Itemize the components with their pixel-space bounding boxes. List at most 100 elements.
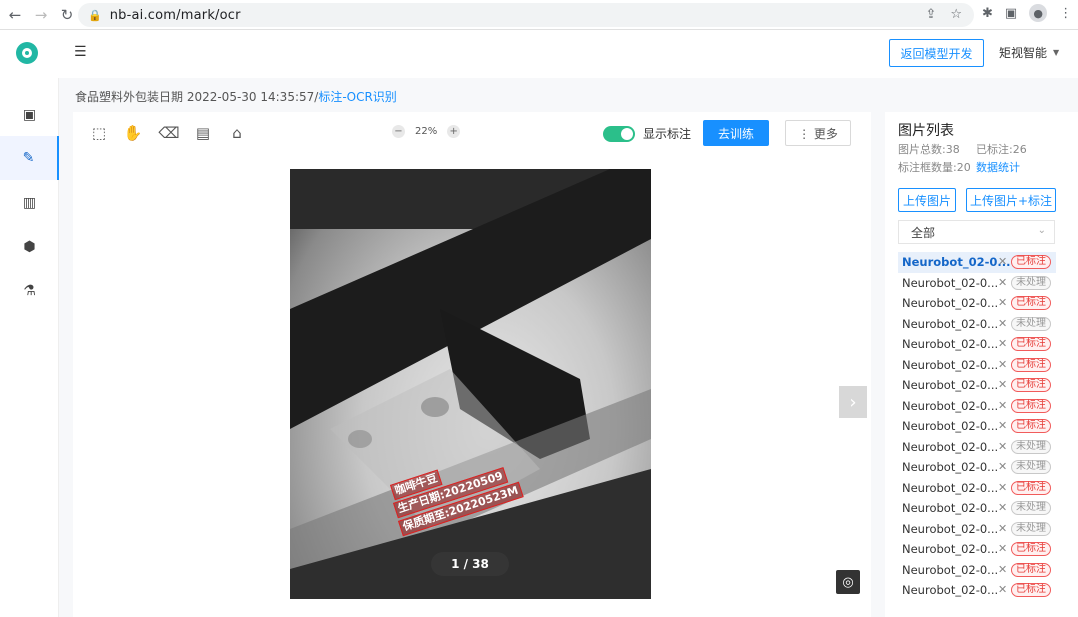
delete-label-icon[interactable]: ⌫ — [158, 123, 179, 143]
more-button[interactable]: ⋮ 更多 — [785, 120, 851, 146]
zoom-out-button[interactable]: − — [392, 125, 405, 138]
image-filename: Neurobot_02-0... — [902, 275, 999, 290]
image-list-item[interactable]: Neurobot_02-0... ✕ 未处理 — [898, 273, 1056, 294]
image-list-item[interactable]: Neurobot_02-0... ✕ 未处理 — [898, 314, 1056, 335]
remove-image-icon[interactable]: ✕ — [998, 440, 1007, 453]
data-statistics-link[interactable]: 数据统计 — [976, 159, 1020, 175]
annotated-photo[interactable]: 咖啡牛豆 生产日期:20220509 保质期至:20220523M 1 / 38 — [290, 169, 651, 599]
remove-image-icon[interactable]: ✕ — [998, 460, 1007, 473]
upload-image-with-label-button[interactable]: 上传图片+标注 — [966, 188, 1056, 212]
annotate-pen-icon[interactable]: ✎ — [0, 136, 59, 180]
image-list-item[interactable]: Neurobot_02-0... ✕ 已标注 — [898, 334, 1056, 355]
remove-image-icon[interactable]: ✕ — [998, 358, 1007, 371]
save-icon[interactable]: ▤ — [193, 123, 213, 143]
status-badge: 未处理 — [1011, 460, 1051, 474]
image-list-item[interactable]: Neurobot_02-0... ✕ 已标注 — [898, 396, 1056, 417]
image-list-item[interactable]: Neurobot_02-0... ✕ 已标注 — [898, 478, 1056, 499]
image-list-item[interactable]: Neurobot_02-0... ✕ 未处理 — [898, 498, 1056, 519]
upload-image-button[interactable]: 上传图片 — [898, 188, 956, 212]
forward-arrow-icon[interactable]: → — [30, 4, 52, 26]
breadcrumb-project[interactable]: 食品塑料外包装日期 2022-05-30 14:35:57/ — [75, 90, 318, 104]
show-labels-toggle[interactable] — [603, 125, 635, 142]
image-filename: Neurobot_02-0... — [902, 337, 999, 351]
status-badge: 未处理 — [1011, 439, 1051, 454]
app-header: ☰ 返回模型开发 矩视智能 ▼ — [0, 30, 1078, 78]
browser-toolbar: ← → ↻ 🔒 nb-ai.com/mark/ocr ⇪ ☆ ✱ ▣ ● ⋮ — [0, 0, 1078, 30]
remove-image-icon[interactable]: ✕ — [998, 481, 1007, 494]
share-icon[interactable]: ⇪ — [925, 7, 936, 22]
total-images-stat: 图片总数:38 — [898, 143, 960, 156]
remove-image-icon[interactable]: ✕ — [998, 563, 1007, 576]
reload-icon[interactable]: ↻ — [56, 4, 78, 26]
remove-image-icon[interactable]: ✕ — [998, 583, 1007, 596]
menu-collapse-icon[interactable]: ☰ — [74, 44, 90, 60]
image-list-item[interactable]: Neurobot_02-0... ✕ 未处理 — [898, 519, 1056, 540]
image-list-item[interactable]: Neurobot_02-0... ✕ 未处理 — [898, 457, 1056, 478]
breadcrumb-current[interactable]: 标注-OCR识别 — [318, 90, 397, 104]
image-filename: Neurobot_02-0... — [902, 583, 999, 597]
cube-icon[interactable]: ⬢ — [0, 225, 59, 269]
remove-image-icon[interactable]: ✕ — [998, 378, 1007, 391]
image-list-item[interactable]: Neurobot_02-0... ✕ 已标注 — [898, 580, 1056, 601]
box-count-stat: 标注框数量:20 — [898, 161, 971, 174]
image-list-item[interactable]: Neurobot_02-0... ✕ 已标注 — [898, 293, 1056, 314]
show-labels-label: 显示标注 — [643, 127, 692, 141]
extensions-icon[interactable]: ✱ — [982, 6, 993, 21]
app-logo-icon[interactable] — [16, 42, 38, 64]
show-labels-toggle-group: 显示标注 — [603, 125, 691, 142]
back-to-model-dev-button[interactable]: 返回模型开发 — [889, 39, 984, 67]
zoom-in-button[interactable]: + — [447, 125, 461, 138]
labeled-count-stat: 已标注:26 — [976, 143, 1027, 156]
image-filename: Neurobot_02-0... — [902, 296, 999, 310]
breadcrumb: 食品塑料外包装日期 2022-05-30 14:35:57/标注-OCR识别 — [75, 88, 397, 105]
bookmark-star-icon[interactable]: ☆ — [950, 7, 962, 22]
side-panel-icon[interactable]: ▣ — [1005, 6, 1017, 21]
image-icon[interactable]: ▣ — [0, 93, 59, 137]
pan-hand-icon[interactable]: ✋ — [123, 123, 143, 143]
remove-image-icon[interactable]: ✕ — [998, 399, 1007, 412]
image-list-item[interactable]: Neurobot_02-0... ✕ 未处理 — [898, 437, 1056, 458]
status-badge: 已标注 — [1011, 562, 1051, 577]
user-menu[interactable]: 矩视智能 ▼ — [999, 44, 1059, 61]
panel-title: 图片列表 — [898, 123, 954, 139]
status-badge: 已标注 — [1011, 378, 1051, 392]
remove-image-icon[interactable]: ✕ — [998, 419, 1007, 432]
status-badge: 未处理 — [1011, 521, 1051, 536]
image-list-item[interactable]: Neurobot_02-0... ✕ 已标注 — [898, 416, 1056, 437]
status-badge: 未处理 — [1011, 316, 1051, 331]
image-list-item[interactable]: Neurobot_02-0... ✕ 已标注 — [898, 560, 1056, 581]
remove-image-icon[interactable]: ✕ — [998, 317, 1007, 330]
remove-image-icon[interactable]: ✕ — [998, 276, 1007, 289]
remove-image-icon[interactable]: ✕ — [998, 296, 1007, 309]
profile-avatar-icon[interactable]: ● — [1029, 4, 1048, 22]
chart-icon[interactable]: ▥ — [0, 181, 59, 225]
back-arrow-icon[interactable]: ← — [4, 4, 26, 26]
image-list-item[interactable]: Neurobot_02-0... ✕ 已标注 — [898, 355, 1056, 376]
image-list-item[interactable]: Neurobot_02-0... ✕ 已标注 — [898, 375, 1056, 396]
address-bar[interactable]: 🔒 nb-ai.com/mark/ocr ⇪ ☆ — [78, 3, 974, 27]
photo-scene — [290, 169, 651, 599]
status-badge: 已标注 — [1011, 296, 1051, 310]
image-list-item[interactable]: Neurobot_02-0... ✕ 已标注 — [898, 252, 1056, 273]
image-filename: Neurobot_02-0... — [902, 501, 999, 515]
next-image-chevron-icon[interactable]: › — [839, 386, 867, 418]
status-badge: 已标注 — [1011, 357, 1051, 372]
image-list-item[interactable]: Neurobot_02-0... ✕ 已标注 — [898, 539, 1056, 560]
remove-image-icon[interactable]: ✕ — [998, 522, 1007, 535]
status-filter-select[interactable]: 全部 ⌄ — [898, 220, 1055, 244]
rectangle-tool-icon[interactable]: ⬚ — [89, 123, 109, 143]
remove-image-icon[interactable]: ✕ — [998, 255, 1007, 268]
status-badge: 未处理 — [1011, 501, 1051, 515]
browser-menu-icon[interactable]: ⋮ — [1059, 6, 1072, 21]
remove-image-icon[interactable]: ✕ — [998, 337, 1007, 350]
remove-image-icon[interactable]: ✕ — [998, 501, 1007, 514]
image-canvas[interactable]: 咖啡牛豆 生产日期:20220509 保质期至:20220523M 1 / 38… — [73, 160, 871, 617]
clear-basket-icon[interactable]: ⌂ — [227, 123, 247, 143]
recenter-locate-icon[interactable]: ◎ — [836, 570, 860, 594]
image-list: Neurobot_02-0... ✕ 已标注 Neurobot_02-0... ✕ 未处理… — [898, 252, 1056, 601]
go-train-button[interactable]: 去训练 — [703, 120, 769, 146]
flask-icon[interactable]: ⚗ — [0, 269, 59, 313]
image-filename: Neurobot_02-0... — [902, 562, 999, 577]
remove-image-icon[interactable]: ✕ — [998, 542, 1007, 555]
zoom-level: 22% — [415, 126, 438, 137]
